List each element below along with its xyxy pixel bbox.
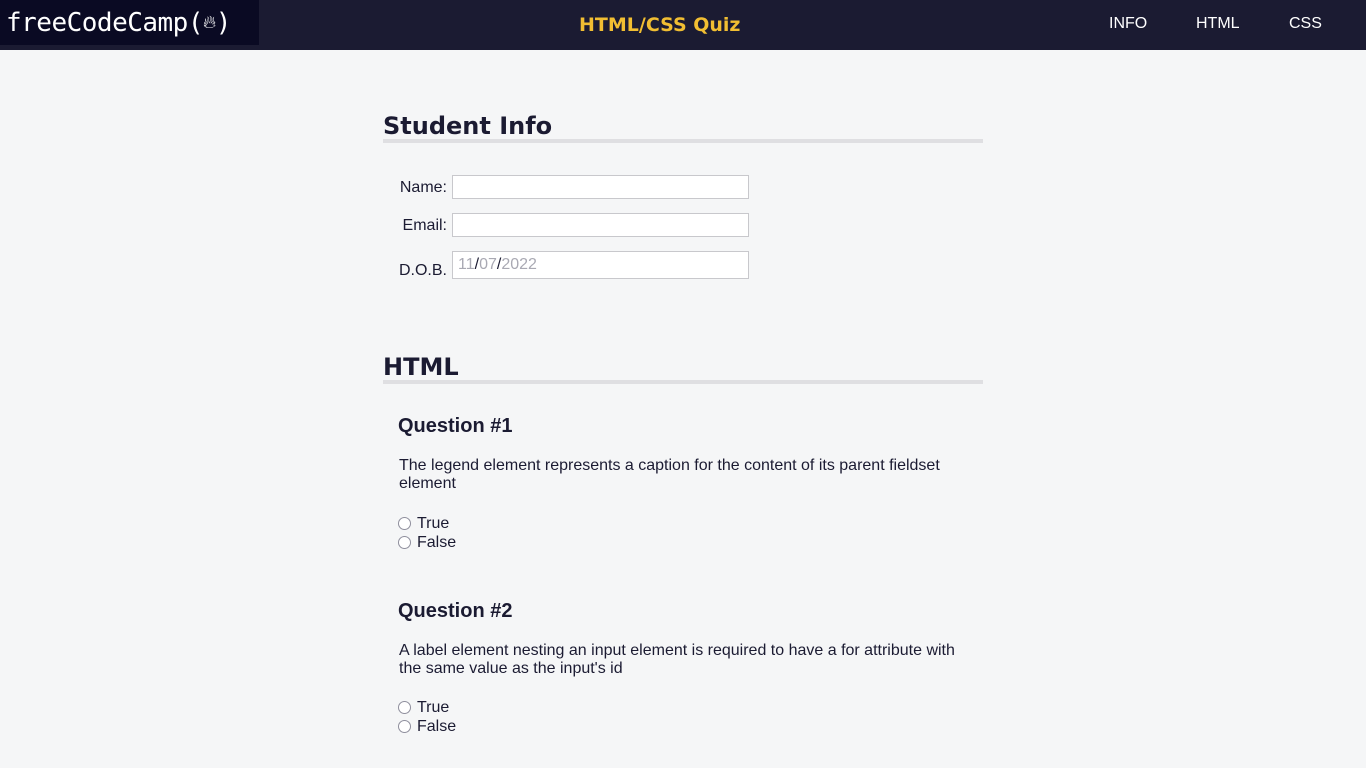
page-title: HTML/CSS Quiz: [579, 14, 741, 36]
question-2-option-false[interactable]: False: [398, 717, 456, 736]
question-2-text: A label element nesting an input element…: [399, 642, 955, 677]
top-navbar: freeCodeCamp(🔥︎) HTML/CSS Quiz INFO HTML…: [0, 0, 1366, 50]
dob-year[interactable]: 2022: [501, 256, 537, 273]
name-label: Name:: [399, 179, 447, 196]
option-label[interactable]: False: [417, 718, 456, 735]
nav-link-html[interactable]: HTML: [1196, 15, 1240, 33]
email-label: Email:: [402, 217, 447, 234]
question-1-title: Question #1: [398, 415, 513, 437]
option-label[interactable]: True: [417, 515, 449, 532]
student-info-heading: Student Info: [383, 112, 983, 143]
radio-button[interactable]: [398, 517, 411, 530]
radio-button[interactable]: [398, 720, 411, 733]
radio-button[interactable]: [398, 536, 411, 549]
html-section-heading: HTML: [383, 353, 983, 384]
dob-month[interactable]: 11: [458, 256, 475, 273]
email-input[interactable]: [452, 213, 749, 237]
dob-label: D.O.B.: [398, 262, 447, 279]
question-2-title: Question #2: [398, 600, 513, 622]
question-1-option-false[interactable]: False: [398, 533, 456, 552]
nav-link-css[interactable]: CSS: [1289, 15, 1322, 33]
dob-date-input[interactable]: 11/07/2022: [452, 251, 749, 279]
option-label[interactable]: True: [417, 699, 449, 716]
name-input[interactable]: [452, 175, 749, 199]
freecodecamp-logo[interactable]: freeCodeCamp(🔥︎): [0, 0, 259, 45]
question-2-option-true[interactable]: True: [398, 698, 449, 717]
option-label[interactable]: False: [417, 534, 456, 551]
question-1-option-true[interactable]: True: [398, 514, 449, 533]
logo-close: ): [215, 8, 232, 38]
radio-button[interactable]: [398, 701, 411, 714]
question-1-text: The legend element represents a caption …: [399, 457, 940, 492]
flame-icon: 🔥︎: [203, 12, 216, 33]
logo-text: freeCodeCamp(: [6, 8, 204, 38]
nav-link-info[interactable]: INFO: [1109, 15, 1147, 33]
dob-day[interactable]: 07: [479, 256, 497, 273]
